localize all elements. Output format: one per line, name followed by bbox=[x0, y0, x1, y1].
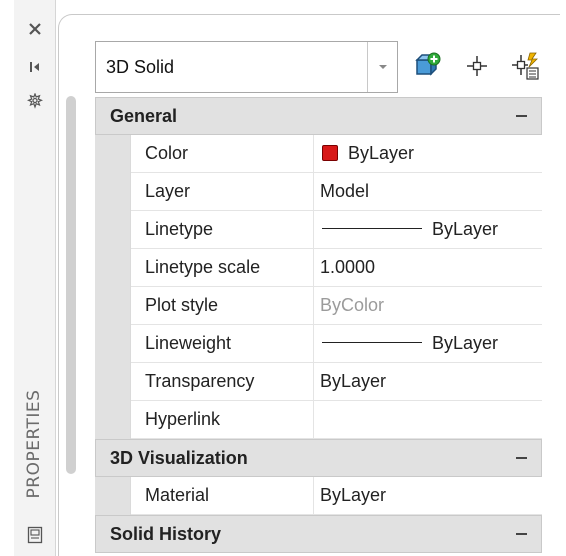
property-name: Layer bbox=[131, 173, 314, 211]
property-name: Lineweight bbox=[131, 325, 314, 363]
chevron-down-icon[interactable] bbox=[367, 42, 397, 92]
property-row-material[interactable]: Material ByLayer bbox=[95, 477, 542, 515]
panel-icon[interactable] bbox=[14, 522, 56, 548]
auto-hide-icon[interactable] bbox=[14, 54, 56, 80]
property-grid: General Color ByLayer Layer Model Linety… bbox=[95, 97, 542, 553]
property-row-lineweight[interactable]: Lineweight ByLayer bbox=[95, 325, 542, 363]
property-value[interactable] bbox=[314, 401, 542, 439]
property-row-transparency[interactable]: Transparency ByLayer bbox=[95, 363, 542, 401]
property-name: Hyperlink bbox=[131, 401, 314, 439]
property-row-plot-style[interactable]: Plot style ByColor bbox=[95, 287, 542, 325]
select-objects-icon[interactable] bbox=[460, 48, 494, 84]
property-row-hyperlink[interactable]: Hyperlink bbox=[95, 401, 542, 439]
category-solid-history[interactable]: Solid History bbox=[95, 515, 542, 553]
category-general[interactable]: General bbox=[95, 97, 542, 135]
property-name: Linetype scale bbox=[131, 249, 314, 287]
properties-menu-icon[interactable] bbox=[14, 88, 56, 114]
color-swatch-icon bbox=[322, 145, 338, 161]
property-name: Transparency bbox=[131, 363, 314, 401]
property-name: Color bbox=[131, 135, 314, 173]
linetype-sample-icon bbox=[322, 228, 422, 229]
property-value[interactable]: Model bbox=[314, 173, 542, 211]
collapse-icon[interactable] bbox=[516, 533, 527, 535]
category-3d-visualization[interactable]: 3D Visualization bbox=[95, 439, 542, 477]
property-name: Plot style bbox=[131, 287, 314, 325]
property-value[interactable]: ByLayer bbox=[314, 135, 542, 173]
category-label: Solid History bbox=[110, 524, 222, 544]
vertical-scrollbar[interactable] bbox=[66, 96, 76, 474]
property-value[interactable]: ByLayer bbox=[314, 325, 542, 363]
property-value-text: ByLayer bbox=[432, 219, 499, 239]
properties-palette: PROPERTIES 3D Solid General Color ByLaye… bbox=[0, 0, 566, 556]
property-name: Material bbox=[131, 477, 314, 515]
property-value[interactable]: ByLayer bbox=[314, 477, 542, 515]
collapse-icon[interactable] bbox=[516, 115, 527, 117]
collapse-icon[interactable] bbox=[516, 457, 527, 459]
property-value-text: ByLayer bbox=[432, 333, 499, 353]
object-type-value: 3D Solid bbox=[106, 57, 175, 77]
quick-select-icon[interactable] bbox=[508, 48, 542, 84]
property-row-color[interactable]: Color ByLayer bbox=[95, 135, 542, 173]
property-value[interactable]: ByLayer bbox=[314, 211, 542, 249]
toggle-pickadd-icon[interactable] bbox=[411, 48, 445, 84]
property-row-linetype-scale[interactable]: Linetype scale 1.0000 bbox=[95, 249, 542, 287]
property-value[interactable]: ByLayer bbox=[314, 363, 542, 401]
close-icon[interactable] bbox=[14, 16, 56, 42]
palette-title-strip[interactable]: PROPERTIES bbox=[14, 0, 56, 556]
property-value-text: ByLayer bbox=[348, 143, 415, 163]
property-row-linetype[interactable]: Linetype ByLayer bbox=[95, 211, 542, 249]
category-label: General bbox=[110, 106, 178, 126]
palette-title-text: PROPERTIES bbox=[24, 389, 44, 499]
object-type-dropdown[interactable]: 3D Solid bbox=[95, 41, 398, 93]
property-row-layer[interactable]: Layer Model bbox=[95, 173, 542, 211]
property-value: ByColor bbox=[314, 287, 542, 325]
property-name: Linetype bbox=[131, 211, 314, 249]
palette-title: PROPERTIES bbox=[17, 378, 51, 510]
lineweight-sample-icon bbox=[322, 342, 422, 343]
category-label: 3D Visualization bbox=[110, 448, 248, 468]
property-value[interactable]: 1.0000 bbox=[314, 249, 542, 287]
